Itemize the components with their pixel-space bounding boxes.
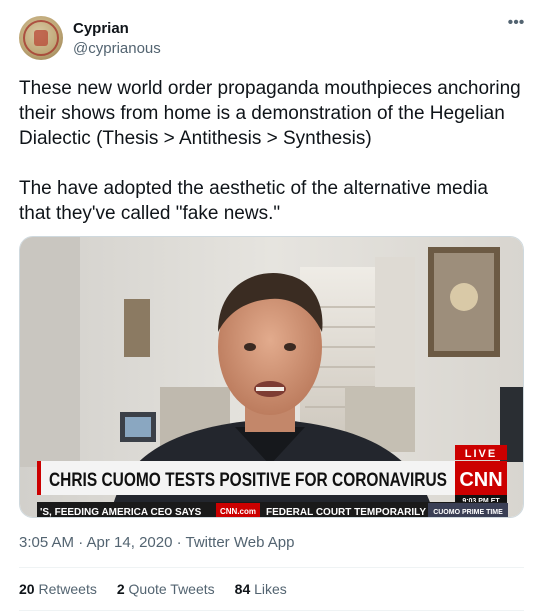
divider-top: [19, 567, 524, 568]
likes-label: Likes: [254, 581, 287, 597]
monitor-screen: [125, 417, 151, 437]
video-still: LIVE CHRIS CUOMO TESTS POSITIVE FOR CORO…: [20, 237, 523, 518]
tweet-timestamp[interactable]: 3:05 AM · Apr 14, 2020 · Twitter Web App: [19, 534, 294, 551]
live-label: LIVE: [465, 448, 497, 460]
ticker-site: CNN.com: [220, 507, 256, 516]
cnn-logo: CNN: [459, 469, 502, 491]
headline-accent: [37, 461, 41, 495]
person-eye-right: [284, 343, 296, 351]
program-label: CUOMO PRIME TIME: [433, 509, 503, 516]
tweet-media[interactable]: LIVE CHRIS CUOMO TESTS POSITIVE FOR CORO…: [19, 236, 524, 518]
avatar[interactable]: [19, 16, 63, 60]
avatar-seal-mark: [34, 30, 48, 46]
retweets-label: Retweets: [38, 581, 97, 597]
person-teeth: [256, 387, 284, 391]
ticker-left: 'S, FEEDING AMERICA CEO SAYS: [40, 507, 202, 518]
author-name[interactable]: Cyprian: [73, 20, 129, 37]
likes-count: 84: [234, 581, 251, 597]
person-eye-left: [244, 343, 256, 351]
retweets-stat[interactable]: 20 Retweets: [19, 581, 97, 597]
retweets-count: 20: [19, 581, 35, 597]
quote-tweets-stat[interactable]: 2 Quote Tweets: [117, 581, 215, 597]
picture-frame-left: [124, 299, 150, 357]
engagement-stats: 20 Retweets 2 Quote Tweets 84 Likes: [19, 581, 307, 597]
author-handle[interactable]: @cyprianous: [73, 40, 161, 57]
divider-bottom: [19, 610, 524, 611]
headline-text: CHRIS CUOMO TESTS POSITIVE FOR CORONAVIR…: [49, 470, 447, 491]
left-wall-shadow: [20, 237, 80, 467]
tweet-card: Cyprian @cyprianous ••• These new world …: [0, 0, 537, 613]
likes-stat[interactable]: 84 Likes: [235, 581, 287, 597]
ellipsis-icon[interactable]: •••: [505, 15, 527, 34]
picture-art-light: [450, 283, 478, 311]
ticker-right: FEDERAL COURT TEMPORARILY: [266, 507, 426, 518]
quotes-label: Quote Tweets: [128, 581, 215, 597]
tweet-text: These new world order propaganda mouthpi…: [19, 78, 521, 224]
quotes-count: 2: [116, 581, 125, 597]
